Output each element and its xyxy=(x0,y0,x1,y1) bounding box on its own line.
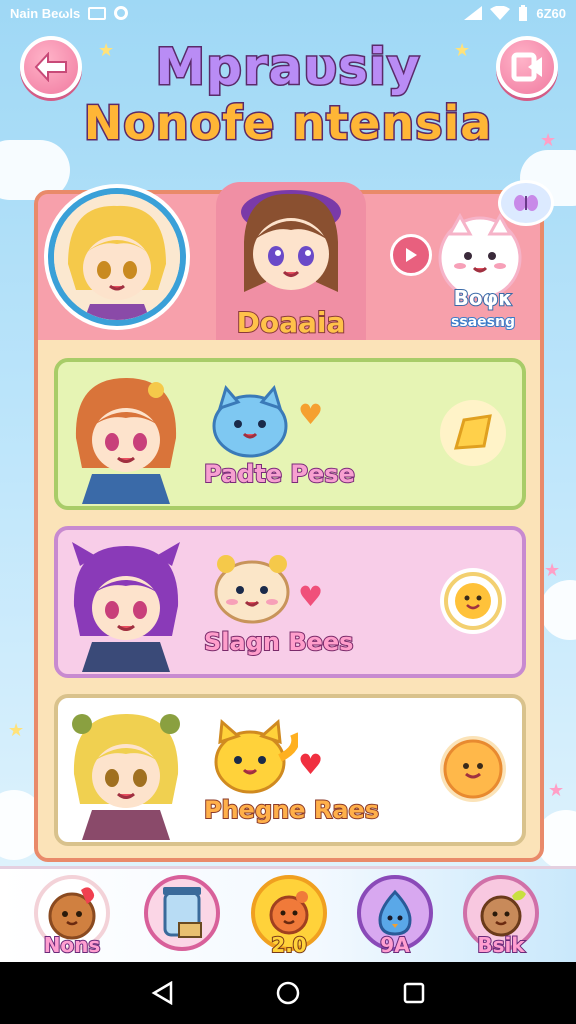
nav-item-9a[interactable]: 9A xyxy=(350,875,440,963)
nav-item-bsik[interactable]: Bsik xyxy=(456,875,546,963)
star-decoration: ★ xyxy=(8,720,25,741)
nav-icon-circle xyxy=(144,875,220,951)
hero-name: Doaaia xyxy=(236,305,347,340)
blonde-character-icon xyxy=(54,194,180,320)
star-decoration: ★ xyxy=(548,780,565,801)
cookie-badge-button[interactable] xyxy=(440,736,506,802)
yellow-fox-pet-icon xyxy=(214,718,298,794)
nav-item-jar[interactable] xyxy=(137,875,227,963)
smiley-flower-icon xyxy=(444,572,502,630)
bottom-navigation: Nons 2.0 9A Bsik xyxy=(0,866,576,962)
blue-bird-icon xyxy=(378,889,412,936)
hero-character-icon xyxy=(241,190,341,292)
signal-icon xyxy=(464,6,483,20)
cloud-decoration xyxy=(540,580,576,640)
bell-icon xyxy=(453,414,492,450)
bell-badge-button[interactable] xyxy=(440,400,506,466)
battery-icon xyxy=(519,5,528,21)
blue-cat-pet-icon xyxy=(212,384,288,458)
title-text-line1: Mpraυsiy xyxy=(154,37,421,98)
title-text-line2: Nonofe ntensia xyxy=(82,95,493,152)
star-decoration: ★ xyxy=(540,130,557,151)
nav-label: Nons xyxy=(43,932,102,958)
heart-icon: ♥ xyxy=(298,398,324,431)
nav-item-nons[interactable]: Nons xyxy=(27,875,117,963)
player-avatar[interactable] xyxy=(48,188,186,326)
switch-pet-button[interactable] xyxy=(390,234,432,276)
pet-card[interactable]: ♥ Phegne Raes xyxy=(54,694,526,846)
orange-hair-character-icon xyxy=(75,378,177,504)
card-title: Phegne Raes xyxy=(203,795,380,825)
yellow-hair-character-icon xyxy=(72,714,180,840)
chat-bubble-button[interactable] xyxy=(498,180,554,226)
system-recents-icon[interactable] xyxy=(403,982,425,1004)
heart-icon: ♥ xyxy=(298,748,324,781)
cookie-face-icon xyxy=(443,739,503,799)
card-title: Slagn Bees xyxy=(203,627,354,657)
heart-icon: ♥ xyxy=(298,580,324,613)
system-back-icon[interactable] xyxy=(151,981,173,1005)
status-left-text: Nain Beωls xyxy=(10,5,81,21)
sync-icon xyxy=(114,6,129,20)
gallery-icon xyxy=(88,6,107,20)
card-title: Padte Pese xyxy=(203,459,356,489)
game-title-line2: Nonofe ntensia xyxy=(60,95,516,152)
nav-label: 9A xyxy=(379,932,410,958)
cookie-pet-icon xyxy=(48,887,96,940)
star-decoration: ★ xyxy=(544,560,561,581)
purple-hair-character-icon xyxy=(72,542,180,672)
butterfly-icon xyxy=(514,195,538,211)
game-title-line1: Mpraυsiy xyxy=(60,37,516,98)
status-right-text: 6Z60 xyxy=(536,5,566,21)
hamster-pet-icon xyxy=(214,555,290,624)
pet-card[interactable]: ♥ Padte Pese xyxy=(54,358,526,510)
system-navigation-bar xyxy=(0,962,576,1024)
character-panel: Doaaia Boφκ ssaesng ♥ Padte Pese ♥ Slagn… xyxy=(34,180,554,862)
pet-list: ♥ Padte Pese ♥ Slagn Bees ♥ Phegne Raes xyxy=(38,340,540,858)
play-arrow-icon xyxy=(406,248,417,262)
bear-pet-icon xyxy=(480,890,526,937)
pet-card[interactable]: ♥ Slagn Bees xyxy=(54,526,526,678)
wifi-icon xyxy=(490,6,511,20)
system-home-icon[interactable] xyxy=(275,980,301,1006)
flower-badge-button[interactable] xyxy=(440,568,506,634)
pet-name: Boφκ xyxy=(453,285,514,311)
status-bar: Nain Beωls 6Z60 xyxy=(0,0,576,26)
nav-label: 2.0 xyxy=(270,932,307,958)
nav-label: Bsik xyxy=(476,932,525,958)
fox-pet-icon xyxy=(269,891,309,935)
pet-subtitle: ssaesng xyxy=(450,313,516,331)
jar-icon xyxy=(163,887,202,938)
nav-item-level[interactable]: 2.0 xyxy=(244,875,334,963)
